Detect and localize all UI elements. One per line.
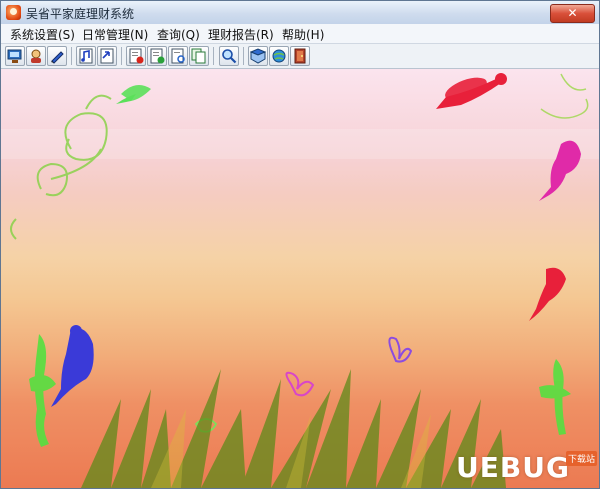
app-window: 吴省平家庭理财系统 ✕ 系统设置(S) 日常管理(N) 查询(Q) 理财报告(R… xyxy=(0,0,600,489)
record-copy-icon xyxy=(191,48,206,64)
exit-door-icon xyxy=(294,48,306,64)
watermark-badge: 下载站 xyxy=(566,451,598,466)
red-fairy-right xyxy=(529,267,566,321)
toolbar-separator xyxy=(213,47,214,65)
book-icon xyxy=(250,48,266,64)
close-button[interactable]: ✕ xyxy=(550,4,595,23)
menu-bar: 系统设置(S) 日常管理(N) 查询(Q) 理财报告(R) 帮助(H) xyxy=(1,24,599,44)
app-logo-icon xyxy=(6,5,21,20)
search-icon xyxy=(222,49,237,64)
record-red-icon xyxy=(129,48,144,64)
tb-report-button[interactable] xyxy=(248,46,268,66)
tb-edit-button[interactable] xyxy=(47,46,67,66)
watermark-text: UEBUG xyxy=(456,451,570,484)
toolbar-separator xyxy=(121,47,122,65)
green-flower-right xyxy=(539,359,571,435)
menu-finance-report[interactable]: 理财报告(R) xyxy=(208,26,274,43)
tb-income-button[interactable] xyxy=(76,46,96,66)
tb-expense-button[interactable] xyxy=(97,46,117,66)
fairy-wallpaper xyxy=(1,73,599,488)
green-fairy xyxy=(116,85,151,104)
user-icon xyxy=(31,49,41,63)
blue-fairy xyxy=(51,325,94,407)
record-green-icon xyxy=(150,48,165,64)
swirl-decoration xyxy=(10,94,112,240)
note-arrow-icon xyxy=(100,48,114,64)
magenta-butterfly xyxy=(285,371,315,397)
toolbar xyxy=(1,44,599,69)
menu-system-settings[interactable]: 系统设置(S) xyxy=(10,26,75,43)
menu-daily-management[interactable]: 日常管理(N) xyxy=(82,26,148,43)
tb-record-edit-button[interactable] xyxy=(147,46,167,66)
vine-decoration xyxy=(540,73,589,119)
menu-query[interactable]: 查询(Q) xyxy=(157,26,200,43)
record-view-icon xyxy=(171,48,185,64)
edit-pen-icon xyxy=(51,51,64,64)
tb-record-copy-button[interactable] xyxy=(189,46,209,66)
tb-user-button[interactable] xyxy=(26,46,46,66)
menu-help[interactable]: 帮助(H) xyxy=(282,26,324,43)
desktop-background: UEBUG 下载站 xyxy=(1,69,599,488)
tb-exit-button[interactable] xyxy=(290,46,310,66)
globe-tool-icon xyxy=(272,49,286,63)
tb-tools-button[interactable] xyxy=(269,46,289,66)
tb-record-view-button[interactable] xyxy=(168,46,188,66)
red-fairy xyxy=(436,73,507,109)
toolbar-separator xyxy=(71,47,72,65)
tb-record-add-button[interactable] xyxy=(126,46,146,66)
music-note-icon xyxy=(79,48,93,64)
purple-butterfly xyxy=(388,336,413,363)
computer-settings-icon xyxy=(7,49,22,63)
toolbar-separator xyxy=(243,47,244,65)
tb-search-button[interactable] xyxy=(219,46,239,66)
green-flower-fairy xyxy=(29,334,56,447)
tb-system-button[interactable] xyxy=(5,46,25,66)
window-title: 吴省平家庭理财系统 xyxy=(26,7,135,21)
title-bar[interactable]: 吴省平家庭理财系统 ✕ xyxy=(1,1,599,25)
